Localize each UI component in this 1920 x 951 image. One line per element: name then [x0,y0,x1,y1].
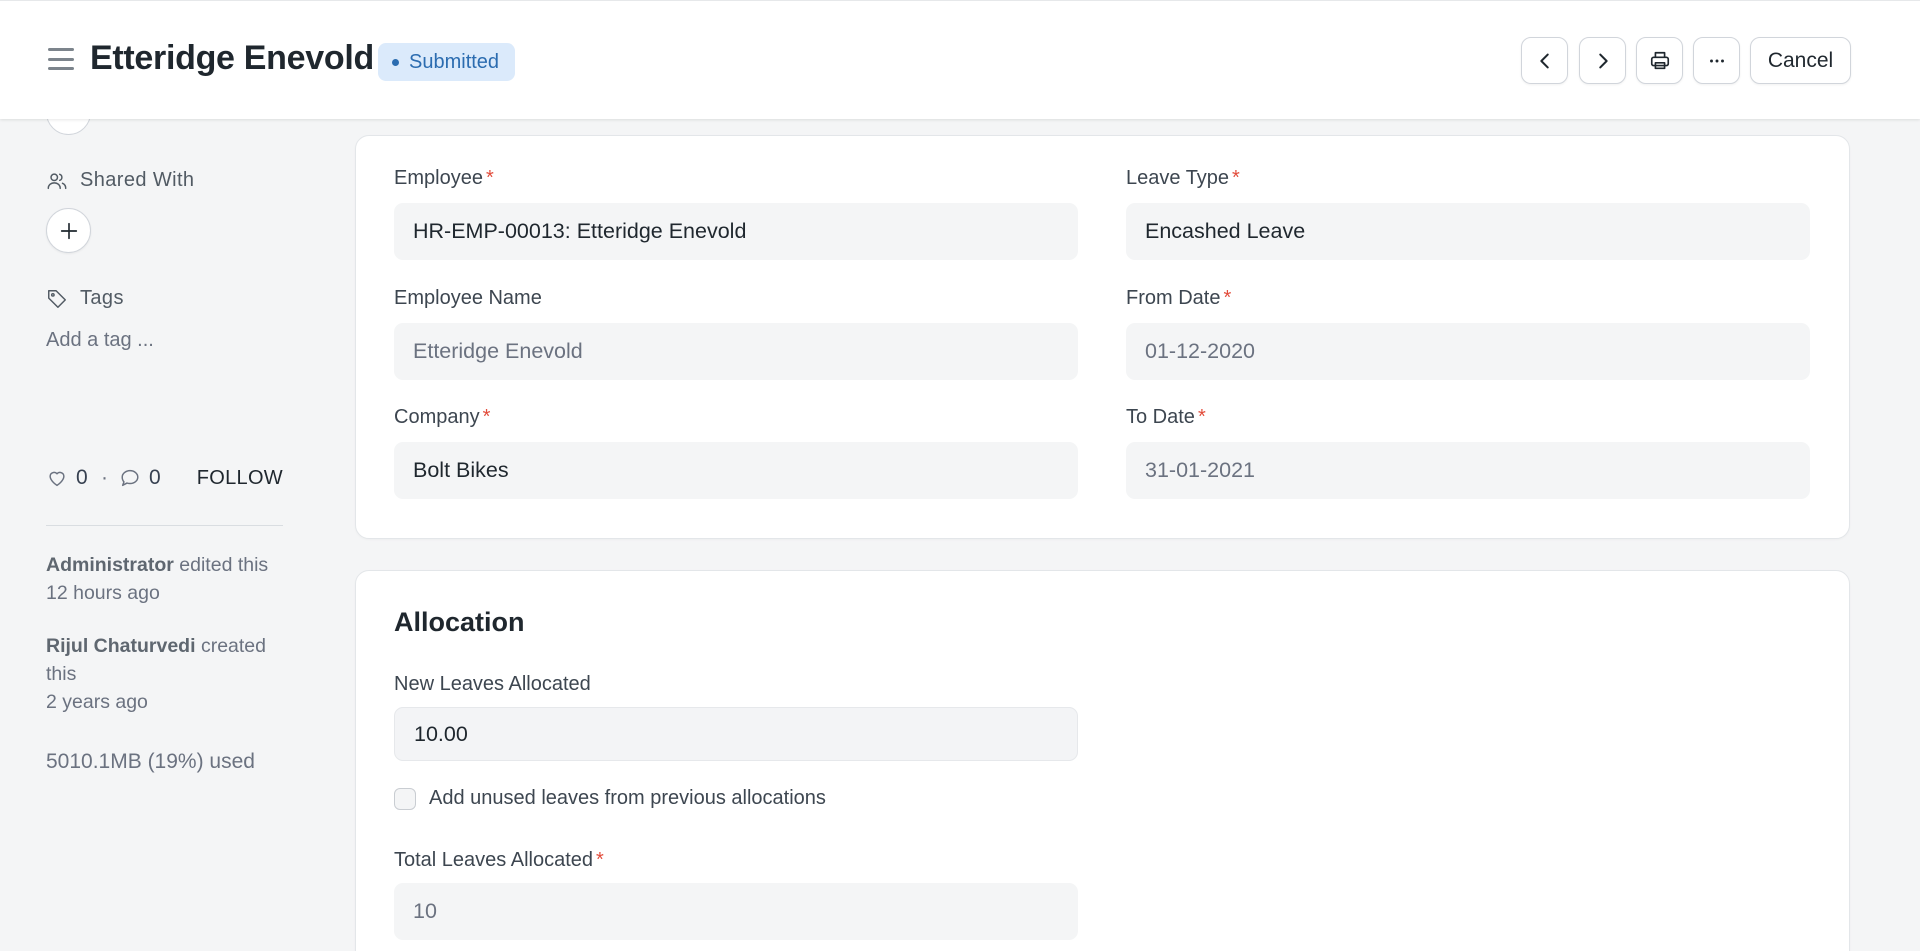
activity-user[interactable]: Administrator [46,554,174,576]
leave-type-label: Leave Type * [1126,167,1240,189]
status-dot-icon [392,58,399,66]
printer-icon [1650,51,1669,69]
activity-action: edited this [179,554,269,576]
employee-name-label: Employee Name [394,287,542,309]
add-tag-input[interactable]: Add a tag ... [46,329,154,352]
employee-label: Employee * [394,167,494,189]
leave-type-field[interactable]: Encashed Leave [1126,203,1810,260]
shared-with-text: Shared With [80,169,195,191]
total-leaves-label: Total Leaves Allocated * [394,849,604,871]
from-date-field[interactable]: 01-12-2020 [1126,323,1810,380]
chevron-right-icon [1598,53,1608,68]
comments-counter[interactable]: 0 [119,466,161,490]
sidebar-divider [46,525,283,526]
carry-forward-label: Add unused leaves from previous allocati… [429,787,826,809]
shared-with-label: Shared With [46,169,194,192]
likes-comments-row: 0 · 0 FOLLOW [46,466,283,490]
new-leaves-input[interactable]: 10.00 [394,707,1078,761]
employee-field[interactable]: HR-EMP-00013: Etteridge Enevold [394,203,1078,260]
carry-forward-option[interactable]: Add unused leaves from previous allocati… [394,787,826,810]
section-title: Allocation [394,607,525,637]
sidebar-toggle-icon[interactable] [48,48,74,70]
add-share-button[interactable] [46,208,91,253]
to-date-label: To Date * [1126,406,1206,428]
page-header: Etteridge Enevold Submitted Cancel [0,0,1920,119]
status-badge-label: Submitted [409,50,500,73]
company-label: Company * [394,406,491,428]
employee-name-field: Etteridge Enevold [394,323,1078,380]
carry-forward-checkbox[interactable] [394,787,416,810]
details-section: Employee * HR-EMP-00013: Etteridge Enevol… [355,135,1850,539]
total-leaves-field: 10 [394,883,1078,940]
more-actions-button[interactable] [1693,37,1740,84]
previous-document-button[interactable] [1521,37,1568,84]
next-document-button[interactable] [1579,37,1626,84]
chevron-left-icon [1539,53,1549,68]
storage-usage: 5010.1MB (19%) used [46,750,255,773]
heart-icon [49,471,65,487]
plus-icon [60,222,77,239]
tags-text: Tags [80,287,124,309]
cancel-button[interactable]: Cancel [1750,37,1851,84]
comments-count: 0 [149,466,161,489]
users-icon [47,172,67,189]
activity-item: Administrator edited this 12 hours ago [46,551,286,607]
comment-icon [121,469,139,487]
stats-separator: · [101,466,108,489]
from-date-label: From Date * [1126,287,1232,309]
status-badge: Submitted [378,43,516,81]
allocation-section: Allocation New Leaves Allocated 10.00 Ad… [355,570,1850,951]
likes-count: 0 [76,466,88,489]
likes-counter[interactable]: 0 [46,466,88,490]
activity-time: 2 years ago [46,691,148,713]
activity-user[interactable]: Rijul Chaturvedi [46,635,196,657]
follow-button[interactable]: FOLLOW [197,467,283,490]
tag-icon [48,289,66,308]
activity-item: Rijul Chaturvedi created this 2 years ag… [46,632,286,716]
new-leaves-label: New Leaves Allocated [394,673,591,695]
to-date-field[interactable]: 31-01-2021 [1126,442,1810,499]
print-button[interactable] [1636,37,1683,84]
tags-label: Tags [46,287,124,310]
page-title: Etteridge Enevold [90,39,374,77]
company-field[interactable]: Bolt Bikes [394,442,1078,499]
activity-time: 12 hours ago [46,582,160,604]
ellipsis-icon [1709,59,1724,62]
